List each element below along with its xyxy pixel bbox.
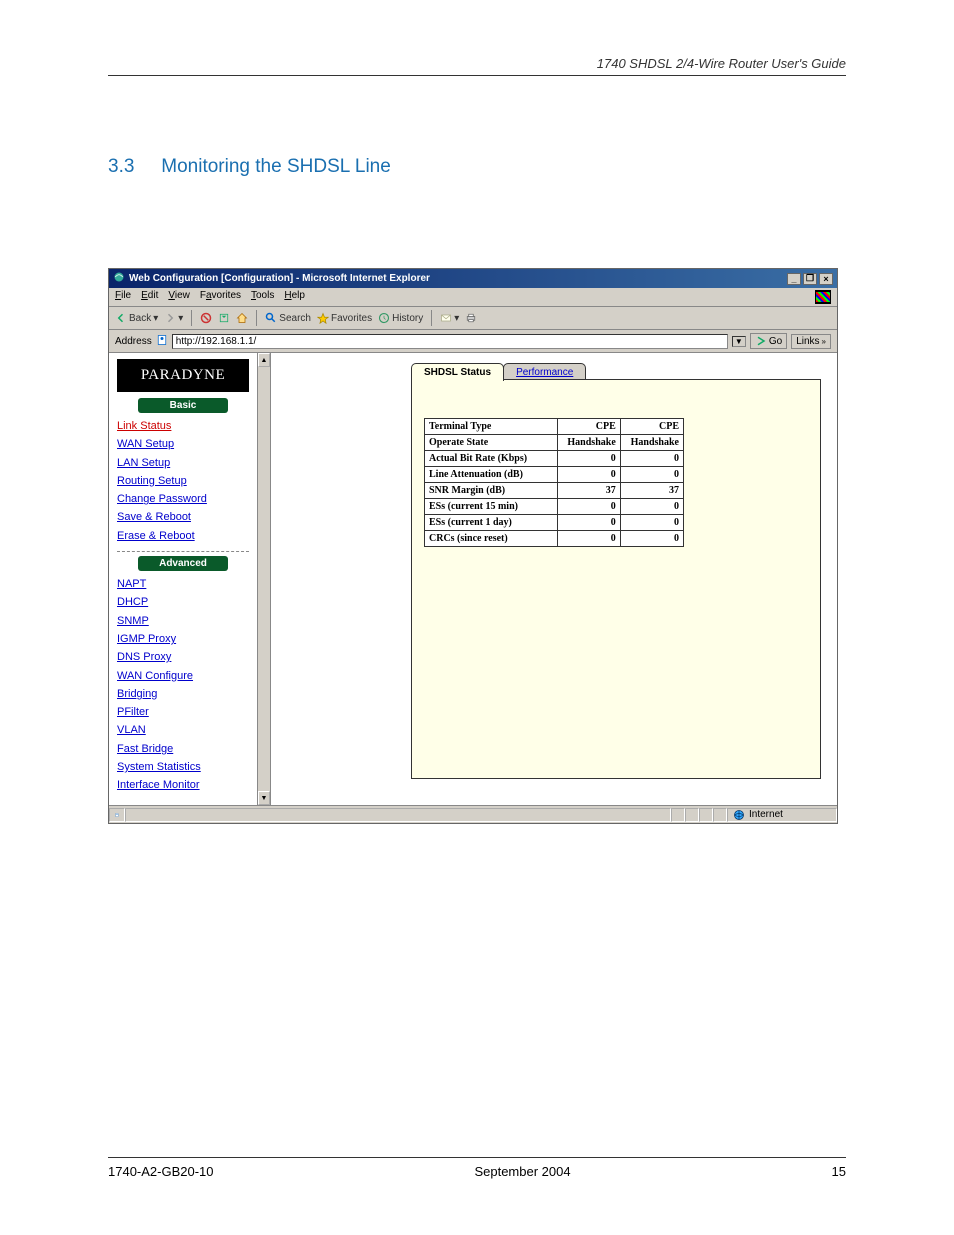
menu-file[interactable]: File: [115, 290, 131, 304]
footer-left: 1740-A2-GB20-10: [108, 1164, 214, 1179]
sidebar-scrollbar[interactable]: ▲ ▼: [257, 353, 271, 805]
sidebar-item-change-password[interactable]: Change Password: [117, 492, 249, 506]
tab-shdsl-status[interactable]: SHDSL Status: [411, 363, 504, 381]
status-text: [125, 808, 671, 822]
status-seg: [685, 808, 699, 822]
ie-throbber-icon: [815, 290, 831, 304]
browser-window: Web Configuration [Configuration] - Micr…: [108, 268, 838, 824]
history-button[interactable]: History: [378, 312, 423, 324]
status-zone: Internet: [727, 808, 837, 822]
sidebar: PARADYNE Basic Link Status WAN Setup LAN…: [109, 353, 257, 805]
statusbar: Internet: [109, 805, 837, 823]
status-ie-icon: [109, 808, 125, 822]
sidebar-item-vlan[interactable]: VLAN: [117, 723, 249, 737]
table-row: Actual Bit Rate (Kbps)00: [425, 451, 684, 467]
globe-icon: [733, 809, 745, 821]
content-area: PARADYNE Basic Link Status WAN Setup LAN…: [109, 353, 837, 805]
forward-button[interactable]: ▾: [164, 312, 183, 324]
toolbar: Back ▾ ▾ Search Favorites: [109, 307, 837, 330]
footer-center: September 2004: [474, 1164, 570, 1179]
titlebar: Web Configuration [Configuration] - Micr…: [109, 269, 837, 288]
sidebar-item-interface-monitor[interactable]: Interface Monitor: [117, 778, 249, 792]
footer-right: 15: [832, 1164, 846, 1179]
table-row: Terminal TypeCPECPE: [425, 419, 684, 435]
menu-tools[interactable]: Tools: [251, 290, 274, 304]
mail-button[interactable]: ▾: [440, 312, 459, 324]
basic-group-button[interactable]: Basic: [138, 398, 228, 413]
tab-panel: Terminal TypeCPECPE Operate StateHandsha…: [411, 379, 821, 779]
logo: PARADYNE: [117, 359, 249, 392]
table-row: Operate StateHandshakeHandshake: [425, 435, 684, 451]
sidebar-item-dns-proxy[interactable]: DNS Proxy: [117, 650, 249, 664]
back-button[interactable]: Back ▾: [115, 312, 158, 324]
table-row: CRCs (since reset)00: [425, 531, 684, 547]
address-label: Address: [115, 336, 152, 347]
address-dropdown[interactable]: ▼: [732, 336, 746, 347]
window-title: Web Configuration [Configuration] - Micr…: [129, 273, 430, 284]
favorites-button[interactable]: Favorites: [317, 312, 372, 324]
ie-icon: [113, 271, 125, 286]
close-button[interactable]: ×: [819, 273, 833, 285]
menu-favorites[interactable]: Favorites: [200, 290, 241, 304]
section-heading: 3.3 Monitoring the SHDSL Line: [108, 156, 846, 178]
section-number: 3.3: [108, 156, 156, 178]
refresh-button[interactable]: [218, 312, 230, 324]
maximize-button[interactable]: ❐: [803, 273, 817, 285]
links-button[interactable]: Links »: [791, 334, 831, 349]
menu-view[interactable]: View: [168, 290, 190, 304]
home-button[interactable]: [236, 312, 248, 324]
table-row: ESs (current 1 day)00: [425, 515, 684, 531]
doc-header: 1740 SHDSL 2/4-Wire Router User's Guide: [108, 56, 846, 76]
sidebar-item-system-statistics[interactable]: System Statistics: [117, 760, 249, 774]
scroll-up-icon[interactable]: ▲: [258, 353, 270, 367]
sidebar-item-lan-setup[interactable]: LAN Setup: [117, 456, 249, 470]
menu-edit[interactable]: Edit: [141, 290, 158, 304]
sidebar-item-routing-setup[interactable]: Routing Setup: [117, 474, 249, 488]
main-panel: SHDSL Status Performance Terminal TypeCP…: [271, 353, 837, 805]
sidebar-item-pfilter[interactable]: PFilter: [117, 705, 249, 719]
status-table: Terminal TypeCPECPE Operate StateHandsha…: [424, 418, 684, 547]
sidebar-item-napt[interactable]: NAPT: [117, 577, 249, 591]
advanced-group-button[interactable]: Advanced: [138, 556, 228, 571]
menu-help[interactable]: Help: [284, 290, 305, 304]
doc-footer: 1740-A2-GB20-10 September 2004 15: [108, 1157, 846, 1179]
sidebar-item-snmp[interactable]: SNMP: [117, 614, 249, 628]
menubar: File Edit View Favorites Tools Help: [109, 288, 837, 307]
print-button[interactable]: [465, 312, 477, 324]
status-seg: [699, 808, 713, 822]
sidebar-item-save-reboot[interactable]: Save & Reboot: [117, 510, 249, 524]
stop-button[interactable]: [200, 312, 212, 324]
page-icon: [156, 334, 168, 349]
sidebar-item-erase-reboot[interactable]: Erase & Reboot: [117, 529, 249, 543]
sidebar-item-bridging[interactable]: Bridging: [117, 687, 249, 701]
sidebar-item-wan-setup[interactable]: WAN Setup: [117, 437, 249, 451]
address-input[interactable]: [172, 334, 728, 349]
table-row: ESs (current 15 min)00: [425, 499, 684, 515]
scroll-down-icon[interactable]: ▼: [258, 791, 270, 805]
section-title-text: Monitoring the SHDSL Line: [161, 156, 391, 177]
sidebar-item-igmp-proxy[interactable]: IGMP Proxy: [117, 632, 249, 646]
status-seg: [671, 808, 685, 822]
table-row: SNR Margin (dB)3737: [425, 483, 684, 499]
sidebar-item-wan-configure[interactable]: WAN Configure: [117, 669, 249, 683]
go-button[interactable]: Go: [750, 333, 787, 349]
address-bar: Address ▼ Go Links »: [109, 330, 837, 353]
table-row: Line Attenuation (dB)00: [425, 467, 684, 483]
sidebar-item-dhcp[interactable]: DHCP: [117, 595, 249, 609]
search-button[interactable]: Search: [265, 312, 311, 324]
status-seg: [713, 808, 727, 822]
minimize-button[interactable]: _: [787, 273, 801, 285]
sidebar-item-link-status[interactable]: Link Status: [117, 419, 249, 433]
sidebar-divider: [117, 551, 249, 552]
sidebar-item-fast-bridge[interactable]: Fast Bridge: [117, 742, 249, 756]
